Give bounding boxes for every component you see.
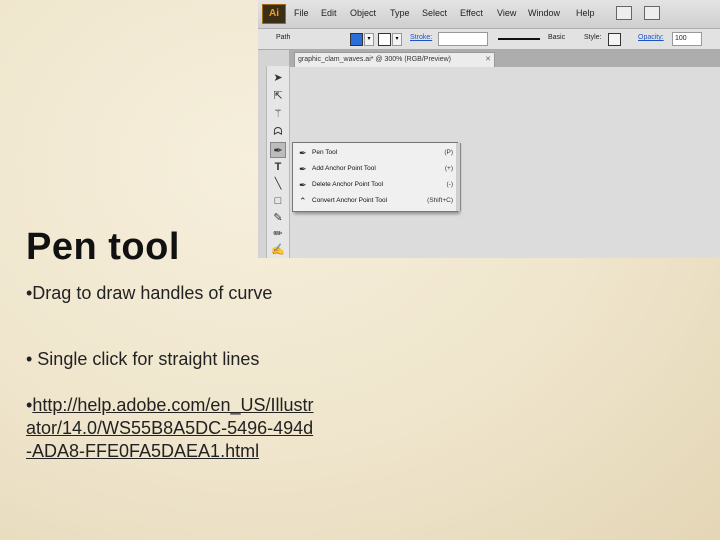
line-tool-icon[interactable]: ╲	[270, 176, 286, 192]
menu-window[interactable]: Window	[528, 8, 560, 18]
selection-tool-icon[interactable]: ➤	[270, 70, 286, 86]
document-tab[interactable]: graphic_clam_waves.ai* @ 300% (RGB/Previ…	[294, 52, 495, 67]
style-swatch[interactable]	[608, 33, 621, 46]
tools-panel: ➤ ⇱ ⚚ ᗣ ✒ T ╲ □ ✎ ✏ ✍	[266, 66, 290, 258]
menu-edit[interactable]: Edit	[321, 8, 337, 18]
menu-select[interactable]: Select	[422, 8, 447, 18]
flyout-tearoff-bar[interactable]	[456, 143, 461, 211]
stroke-swatch[interactable]	[378, 33, 391, 46]
flyout-item-delete-anchor[interactable]: ✒ Delete Anchor Point Tool (-)	[293, 177, 457, 193]
fill-swatch[interactable]	[350, 33, 363, 46]
stroke-dropdown[interactable]: ▾	[392, 33, 402, 46]
magic-wand-tool-icon[interactable]: ⚚	[270, 106, 286, 122]
blob-brush-tool-icon[interactable]: ✍	[270, 242, 286, 258]
menu-help[interactable]: Help	[576, 8, 595, 18]
bullet-help-link: •http://help.adobe.com/en_US/Illustrator…	[26, 394, 316, 463]
menu-type[interactable]: Type	[390, 8, 410, 18]
fill-dropdown[interactable]: ▾	[364, 33, 374, 46]
flyout-item-convert-anchor[interactable]: ⌃ Convert Anchor Point Tool (Shift+C)	[293, 193, 457, 209]
adobe-help-link[interactable]: http://help.adobe.com/en_US/Illustrator/…	[26, 395, 313, 461]
rectangle-tool-icon[interactable]: □	[270, 193, 286, 209]
pencil-tool-icon[interactable]: ✏	[270, 226, 286, 242]
document-tab-title: graphic_clam_waves.ai* @ 300% (RGB/Previ…	[298, 56, 451, 63]
opacity-field[interactable]: 100	[672, 32, 702, 46]
bridge-icon[interactable]	[616, 6, 632, 20]
control-bar: Path ▾ ▾ Stroke: Basic Style: Opacity: 1…	[258, 29, 720, 50]
menu-file[interactable]: File	[294, 8, 309, 18]
flyout-item-add-anchor[interactable]: ✒ Add Anchor Point Tool (+)	[293, 161, 457, 177]
flyout-item-pen[interactable]: ✒ Pen Tool (P)	[293, 145, 457, 161]
convert-anchor-icon: ⌃	[299, 196, 307, 206]
flyout-item-label: Delete Anchor Point Tool	[312, 181, 384, 188]
illustrator-logo: Ai	[262, 4, 286, 24]
stroke-weight-field[interactable]	[438, 32, 488, 46]
bullet-drag-handles: •Drag to draw handles of curve	[26, 283, 273, 303]
stroke-profile-line	[498, 38, 540, 40]
flyout-item-shortcut: (Shift+C)	[427, 197, 453, 204]
flyout-item-label: Pen Tool	[312, 149, 338, 156]
delete-anchor-icon: ✒	[299, 180, 307, 190]
slide-title: Pen tool	[26, 226, 180, 268]
flyout-item-shortcut: (P)	[444, 149, 453, 156]
stroke-label[interactable]: Stroke:	[410, 34, 432, 41]
flyout-item-label: Add Anchor Point Tool	[312, 165, 376, 172]
opacity-label[interactable]: Opacity:	[638, 34, 664, 41]
pen-tool-icon[interactable]: ✒	[270, 142, 286, 158]
pen-icon: ✒	[299, 148, 307, 158]
type-tool-icon[interactable]: T	[270, 159, 286, 175]
flyout-item-shortcut: (-)	[446, 181, 454, 188]
arrange-documents-icon[interactable]	[644, 6, 660, 20]
close-icon[interactable]: ✕	[485, 53, 491, 67]
illustrator-screenshot: Ai File Edit Object Type Select Effect V…	[258, 0, 720, 258]
pen-tool-flyout-menu: ✒ Pen Tool (P) ✒ Add Anchor Point Tool (…	[292, 142, 461, 212]
add-anchor-icon: ✒	[299, 164, 307, 174]
flyout-item-label: Convert Anchor Point Tool	[312, 197, 388, 204]
direct-selection-tool-icon[interactable]: ⇱	[270, 88, 286, 104]
path-label: Path	[276, 34, 291, 41]
paintbrush-tool-icon[interactable]: ✎	[270, 210, 286, 226]
menu-effect[interactable]: Effect	[460, 8, 483, 18]
menu-bar: Ai File Edit Object Type Select Effect V…	[258, 0, 720, 29]
brush-basic-label[interactable]: Basic	[548, 34, 565, 41]
menu-object[interactable]: Object	[350, 8, 376, 18]
bullet-straight-lines: • Single click for straight lines	[26, 349, 260, 369]
menu-view[interactable]: View	[497, 8, 516, 18]
lasso-tool-icon[interactable]: ᗣ	[270, 124, 286, 140]
flyout-item-shortcut: (+)	[444, 165, 453, 172]
style-label: Style:	[584, 34, 602, 41]
